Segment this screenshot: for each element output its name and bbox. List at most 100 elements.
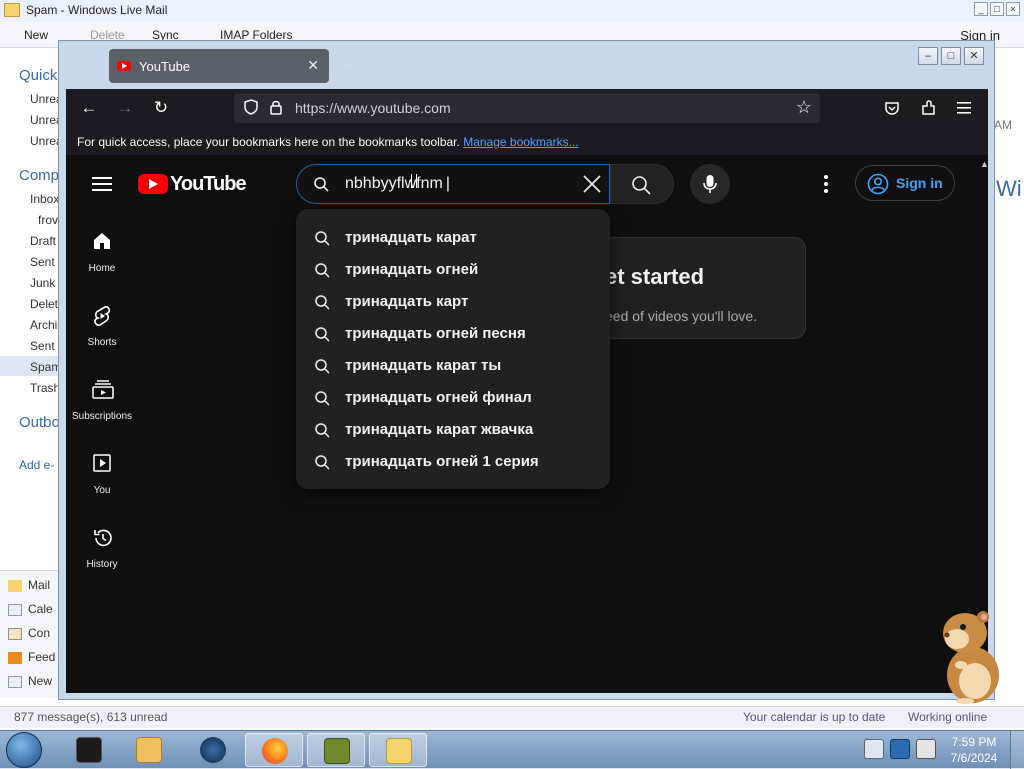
nav-calendar-label: Cale <box>28 602 53 616</box>
folder-inbox[interactable]: Inbox <box>30 192 59 206</box>
nav-newsgroups-label: New <box>28 674 53 688</box>
tray-expand-icon[interactable] <box>864 739 884 759</box>
url-bar[interactable]: https://www.youtube.com ☆ <box>234 93 820 123</box>
box-app-icon <box>324 738 350 764</box>
youtube-page: YouTube nbhbyyflwfnm | Sign in Home Short… <box>66 155 980 693</box>
minimize-button[interactable]: – <box>918 47 938 65</box>
sidebar-label-subscriptions: Subscriptions <box>71 411 133 422</box>
sidebar-label-you: You <box>93 485 111 496</box>
taskbar-box-app[interactable] <box>307 733 365 767</box>
computer-header[interactable]: Comp <box>19 167 59 184</box>
online-status[interactable]: Working online <box>908 710 987 724</box>
quick-views-header[interactable]: Quick <box>19 67 57 84</box>
nav-mail[interactable]: Mail <box>8 578 50 592</box>
account-icon <box>867 173 889 195</box>
youtube-sign-in-button[interactable]: Sign in <box>855 165 955 201</box>
folder-junk[interactable]: Junk <box>30 276 55 290</box>
folder-inbox-sub[interactable]: frov <box>38 213 58 227</box>
hamburger-menu-icon[interactable] <box>956 101 972 115</box>
folder-spam[interactable]: Spam <box>30 360 61 374</box>
maximize-button[interactable]: □ <box>941 47 961 65</box>
suggestion-item[interactable]: тринадцать огней <box>296 254 610 286</box>
bookmark-star-icon[interactable]: ☆ <box>796 97 812 118</box>
close-button[interactable]: × <box>1006 2 1020 16</box>
tab-youtube[interactable]: YouTube ✕ <box>109 49 329 83</box>
mail-icon <box>386 738 412 764</box>
nav-feeds[interactable]: Feed <box>8 650 55 664</box>
add-account-link[interactable]: Add e- <box>19 458 54 472</box>
sidebar-label-shorts: Shorts <box>87 337 117 348</box>
sidebar-item-history[interactable]: History <box>66 521 138 581</box>
network-icon[interactable] <box>890 739 910 759</box>
taskbar-firefox[interactable] <box>245 733 303 767</box>
suggestion-item[interactable]: тринадцать карат ты <box>296 350 610 382</box>
sidebar-item-shorts[interactable]: Shorts <box>66 299 138 359</box>
hamster-desktop-pet[interactable] <box>935 605 1007 705</box>
outbox-header[interactable]: Outbo <box>19 414 60 431</box>
nav-contacts[interactable]: Con <box>8 626 50 640</box>
folder-sent[interactable]: Sent <box>30 255 55 269</box>
shield-icon[interactable] <box>244 99 258 115</box>
scroll-up-icon[interactable]: ▲ <box>980 159 989 169</box>
microphone-icon <box>703 175 717 193</box>
show-desktop-button[interactable] <box>1010 731 1024 769</box>
reload-icon[interactable]: ↻ <box>150 97 172 119</box>
taskbar-app-3[interactable] <box>184 733 242 767</box>
volume-icon[interactable] <box>916 739 936 759</box>
new-button[interactable]: New <box>24 28 48 42</box>
sidebar-item-you[interactable]: You <box>66 447 138 507</box>
close-tab-icon[interactable]: ✕ <box>307 57 319 74</box>
youtube-search-button[interactable] <box>610 164 674 204</box>
start-button[interactable] <box>6 732 42 768</box>
suggestion-item[interactable]: тринадцать огней финал <box>296 382 610 414</box>
more-options-icon[interactable] <box>824 175 828 193</box>
suggestion-item[interactable]: тринадцать карат <box>296 222 610 254</box>
search-icon <box>314 177 329 192</box>
sidebar-item-home[interactable]: Home <box>66 225 138 285</box>
taskbar-app-1[interactable] <box>60 733 118 767</box>
nav-feeds-label: Feed <box>28 650 56 664</box>
new-tab-icon[interactable]: — <box>344 55 358 71</box>
folder-trash[interactable]: Trash <box>30 381 60 395</box>
suggestion-item[interactable]: тринадцать огней песня <box>296 318 610 350</box>
suggestion-text: тринадцать огней песня <box>345 325 526 342</box>
sidebar-item-subscriptions[interactable]: Subscriptions <box>66 373 138 433</box>
youtube-menu-icon[interactable] <box>92 177 112 191</box>
youtube-play-icon <box>138 174 168 194</box>
get-started-heading: et started <box>605 264 705 289</box>
extensions-icon[interactable] <box>920 99 938 117</box>
url-text: https://www.youtube.com <box>295 100 451 116</box>
clear-search-icon[interactable] <box>581 173 603 195</box>
nav-calendar[interactable]: Cale <box>8 602 53 616</box>
wlm-title-bar: Spam - Windows Live Mail _ □ × <box>0 0 1024 22</box>
folder-sent-2[interactable]: Sent <box>30 339 55 353</box>
close-button[interactable]: ✕ <box>964 47 984 65</box>
youtube-search-input[interactable]: nbhbyyflwfnm | <box>296 164 610 204</box>
search-icon <box>315 295 330 310</box>
media-player-icon <box>136 737 162 763</box>
search-icon <box>632 176 651 195</box>
bookmarks-hint: For quick access, place your bookmarks h… <box>77 135 579 149</box>
folder-archive[interactable]: Archi <box>30 318 57 332</box>
maximize-button[interactable]: □ <box>990 2 1004 16</box>
message-count: 877 message(s), 613 unread <box>14 710 168 724</box>
forward-arrow-icon[interactable]: → <box>114 97 136 119</box>
taskbar-clock[interactable]: 7:59 PM 7/6/2024 <box>946 734 1002 766</box>
search-icon <box>315 359 330 374</box>
suggestion-item[interactable]: тринадцать огней 1 серия <box>296 446 610 478</box>
suggestion-item[interactable]: тринадцать карт <box>296 286 610 318</box>
back-arrow-icon[interactable]: ← <box>78 97 100 119</box>
pocket-icon[interactable] <box>884 100 900 116</box>
folder-deleted[interactable]: Delet <box>30 297 58 311</box>
taskbar-app-2[interactable] <box>120 733 178 767</box>
minimize-button[interactable]: _ <box>974 2 988 16</box>
taskbar-windows-live-mail[interactable] <box>369 733 427 767</box>
text-cursor-icon <box>411 174 417 188</box>
suggestion-item[interactable]: тринадцать карат жвачка <box>296 414 610 446</box>
search-icon <box>315 327 330 342</box>
folder-drafts[interactable]: Draft <box>30 234 56 248</box>
lock-icon[interactable] <box>270 99 282 115</box>
nav-newsgroups[interactable]: New <box>8 674 52 688</box>
manage-bookmarks-link[interactable]: Manage bookmarks... <box>463 135 578 149</box>
voice-search-button[interactable] <box>690 164 730 204</box>
